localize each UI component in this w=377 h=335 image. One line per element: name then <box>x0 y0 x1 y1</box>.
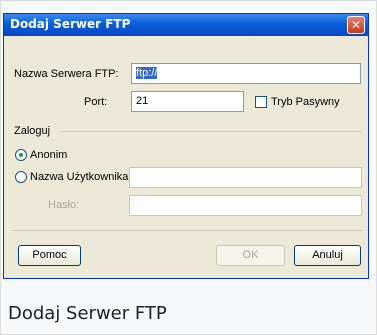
passive-mode-label[interactable]: Tryb Pasywny <box>271 96 340 108</box>
anonymous-radio-dot <box>19 153 23 157</box>
dialog-title: Dodaj Serwer FTP <box>10 17 131 31</box>
username-input[interactable] <box>129 167 362 188</box>
port-label: Port: <box>84 96 108 108</box>
passive-mode-checkbox[interactable] <box>255 96 267 108</box>
title-bar[interactable]: Dodaj Serwer FTP ✕ <box>4 14 368 36</box>
username-label[interactable]: Nazwa Użytkownika: <box>30 171 131 183</box>
ok-button[interactable]: OK <box>216 245 285 266</box>
help-button[interactable]: Pomoc <box>18 245 81 266</box>
anonymous-radio[interactable] <box>15 149 27 161</box>
port-input[interactable]: 21 <box>131 91 244 112</box>
button-separator <box>12 230 362 231</box>
login-group-line <box>60 131 362 132</box>
password-input[interactable] <box>129 195 362 216</box>
server-name-input[interactable]: ftp:// <box>131 63 361 84</box>
server-name-value: ftp:// <box>136 67 158 79</box>
username-radio[interactable] <box>15 171 27 183</box>
server-name-label: Nazwa Serwera FTP: <box>14 68 119 80</box>
login-group-label: Zaloguj <box>14 125 51 137</box>
anonymous-label[interactable]: Anonim <box>30 149 67 161</box>
add-ftp-server-dialog: Dodaj Serwer FTP ✕ Nazwa Serwera FTP: ft… <box>3 13 369 279</box>
cancel-button[interactable]: Anuluj <box>294 245 361 266</box>
close-icon[interactable]: ✕ <box>347 16 365 34</box>
image-caption: Dodaj Serwer FTP <box>8 303 167 324</box>
password-label: Hasło: <box>48 199 80 211</box>
